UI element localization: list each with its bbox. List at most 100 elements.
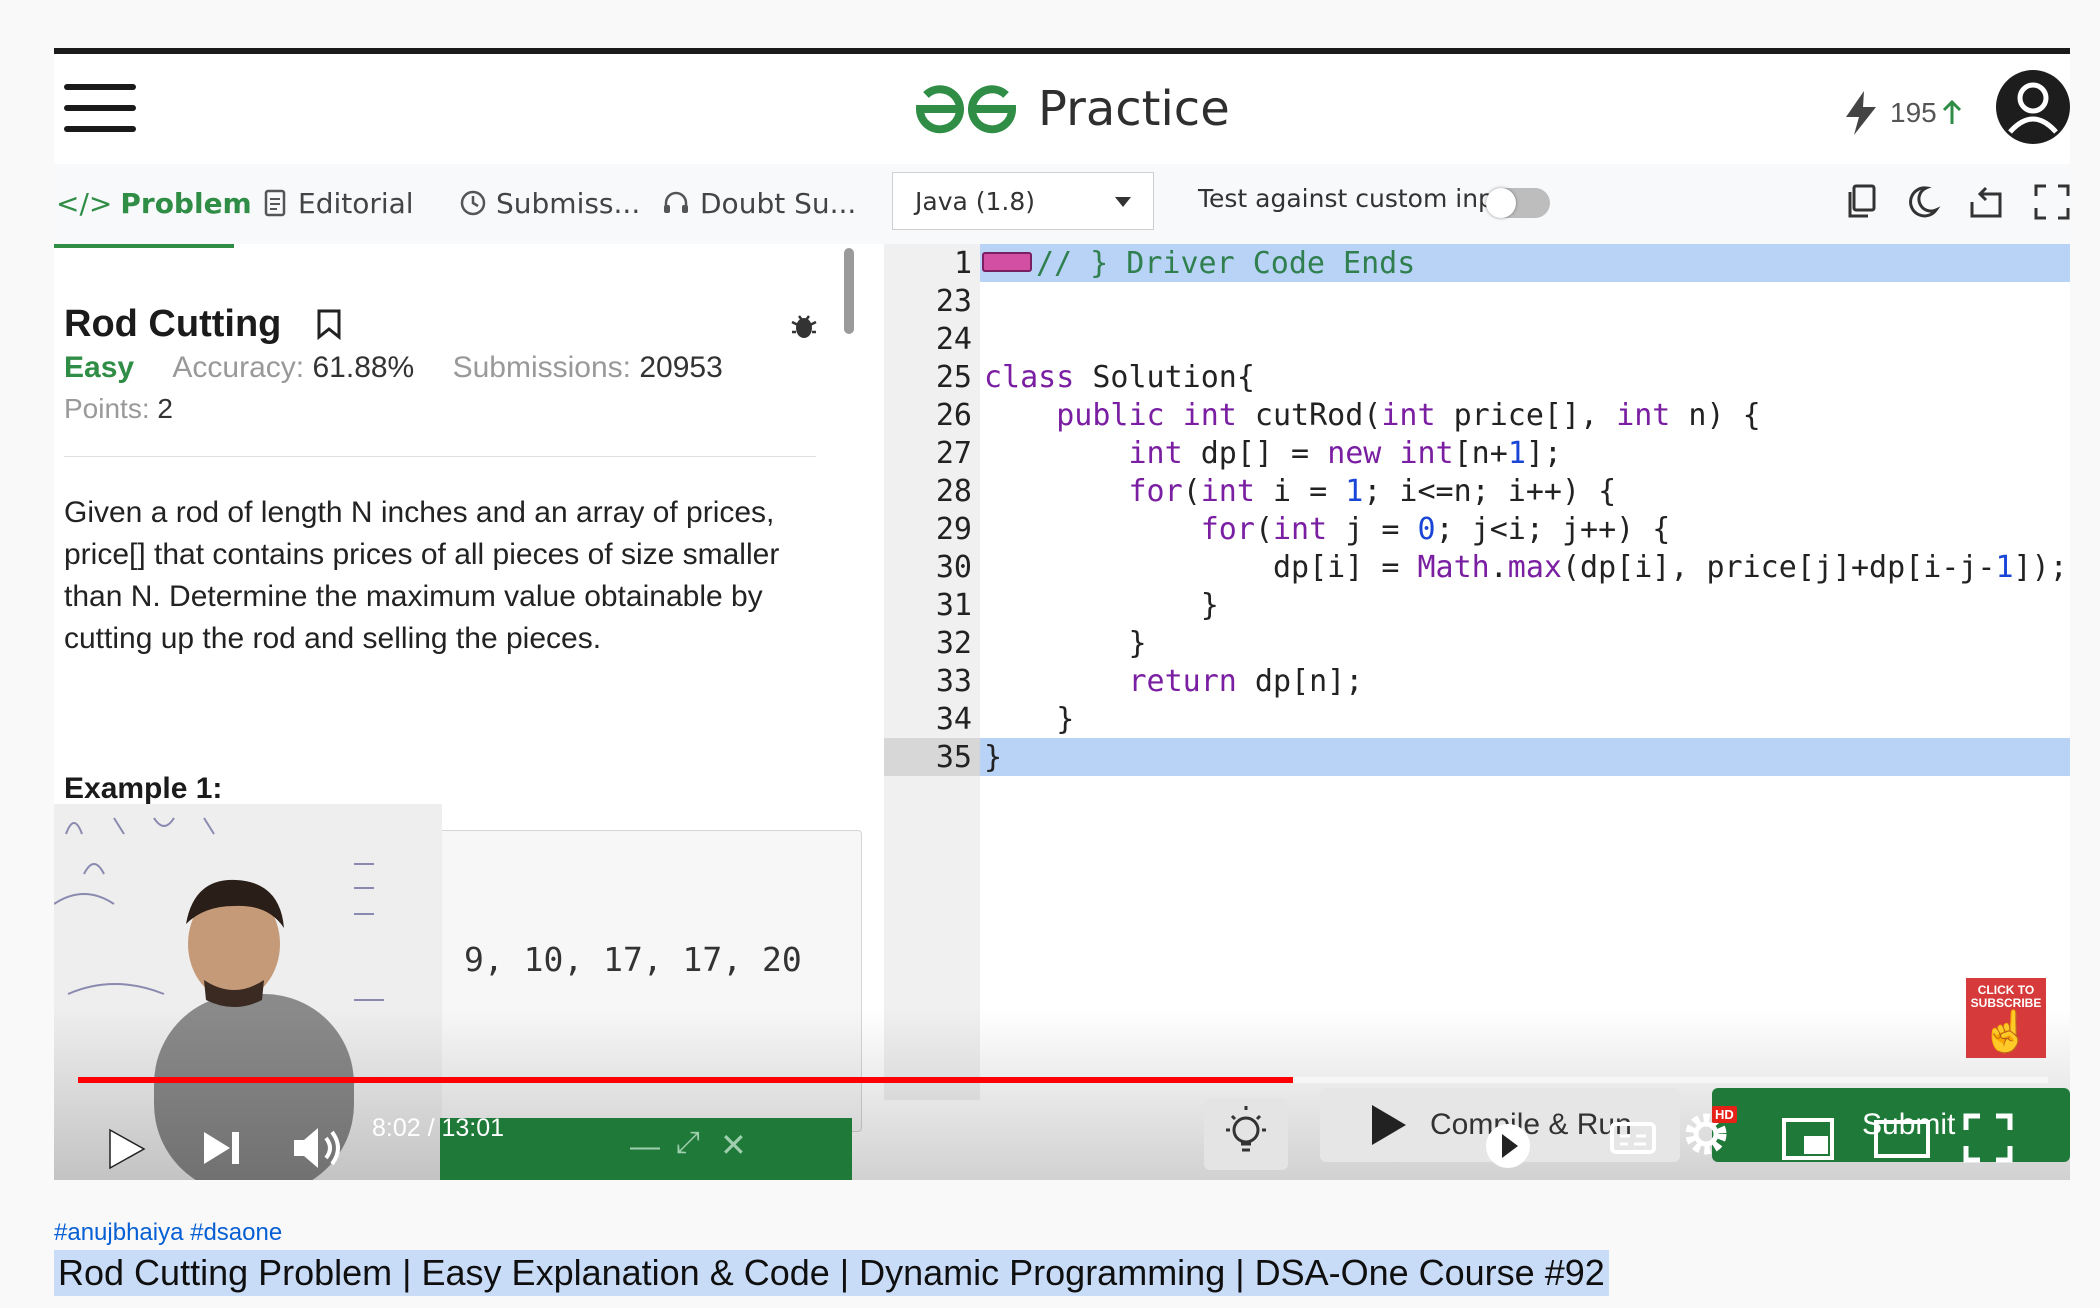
hd-badge: HD bbox=[1712, 1106, 1737, 1123]
streak-count: 195 bbox=[1890, 97, 1937, 128]
submissions-value: 20953 bbox=[639, 351, 723, 384]
caret-down-icon bbox=[1115, 197, 1131, 207]
code-line: int dp[] = new int[n+1]; bbox=[1128, 436, 1563, 471]
lightbulb-icon bbox=[1226, 1106, 1266, 1152]
dark-mode-icon[interactable] bbox=[1900, 180, 1944, 224]
subscribe-label: CLICK TO SUBSCRIBE bbox=[1970, 983, 2042, 1010]
line-number: 35 bbox=[935, 740, 972, 775]
tab-submissions-label: Submiss... bbox=[496, 186, 641, 220]
tab-problem[interactable]: </> Problem bbox=[56, 178, 252, 228]
code-line: for(int j = 0; j<i; j++) { bbox=[1200, 512, 1671, 547]
example-heading: Example 1: bbox=[64, 772, 223, 805]
hint-button[interactable] bbox=[1204, 1098, 1288, 1170]
folded-code-marker[interactable] bbox=[982, 252, 1032, 272]
active-line-highlight bbox=[980, 738, 2070, 776]
document-icon bbox=[264, 189, 286, 217]
line-number: 32 bbox=[935, 626, 972, 661]
tab-editorial[interactable]: Editorial bbox=[264, 178, 414, 228]
example-input-values: 9, 10, 17, 17, 20 bbox=[464, 940, 802, 979]
line-number: 30 bbox=[935, 550, 972, 585]
user-avatar[interactable] bbox=[1996, 70, 2070, 144]
problem-stats: Easy Accuracy: 61.88% Submissions: 20953 bbox=[64, 351, 723, 385]
video-player[interactable]: Practice 195 </> Problem Editorial Submi… bbox=[54, 48, 2070, 1180]
line-number: 27 bbox=[935, 436, 972, 471]
submissions-label: Submissions: bbox=[452, 351, 631, 384]
volume-icon[interactable] bbox=[290, 1124, 346, 1172]
headset-icon bbox=[664, 191, 688, 213]
code-icon: </> bbox=[56, 186, 113, 220]
hand-cursor-icon: ☝ bbox=[1981, 1010, 2031, 1054]
difficulty-badge: Easy bbox=[64, 351, 135, 384]
line-number: 33 bbox=[935, 664, 972, 699]
arrow-up-icon bbox=[1942, 100, 1961, 124]
time-display: 8:02 / 13:01 bbox=[372, 1114, 505, 1142]
expand-icon[interactable]: ⤢ bbox=[676, 1126, 700, 1160]
tab-problem-label: Problem bbox=[120, 186, 252, 220]
captions-icon[interactable] bbox=[1608, 1112, 1658, 1162]
miniplayer-icon[interactable] bbox=[1780, 1114, 1836, 1164]
code-line: } bbox=[984, 702, 1075, 737]
problem-title-text: Rod Cutting bbox=[64, 303, 282, 345]
subscribe-watermark[interactable]: CLICK TO SUBSCRIBE ☝ bbox=[1966, 978, 2046, 1058]
code-line: public int cutRod(int price[], int n) { bbox=[1056, 398, 1761, 433]
line-number: 28 bbox=[935, 474, 972, 509]
code-line: dp[i] = Math.max(dp[i], price[j]+dp[i-j-… bbox=[984, 550, 2068, 585]
streak-counter[interactable]: 195 bbox=[1844, 88, 1963, 138]
code-line: return dp[n]; bbox=[1128, 664, 1364, 699]
copy-icon[interactable] bbox=[1840, 180, 1884, 224]
center-play-icon[interactable] bbox=[1478, 1116, 1538, 1176]
code-line: // } Driver Code Ends bbox=[1036, 246, 1416, 281]
line-number: 31 bbox=[935, 588, 972, 623]
reset-icon[interactable] bbox=[1964, 180, 2008, 224]
video-hashtags[interactable]: #anujbhaiya #dsaone bbox=[54, 1219, 282, 1247]
gfg-logo[interactable]: Practice bbox=[912, 74, 1272, 144]
line-number: 23 bbox=[935, 284, 972, 319]
play-icon[interactable] bbox=[104, 1126, 148, 1172]
line-number: 34 bbox=[935, 702, 972, 737]
tab-doubt-support[interactable]: Doubt Su... bbox=[662, 178, 856, 228]
minimize-icon[interactable]: — bbox=[630, 1130, 660, 1164]
clock-icon bbox=[460, 190, 486, 216]
lightning-icon bbox=[1846, 91, 1876, 135]
line-number: 25 bbox=[935, 360, 972, 395]
accuracy-value: 61.88% bbox=[312, 351, 415, 384]
divider bbox=[64, 456, 816, 457]
line-number: 24 bbox=[935, 322, 972, 357]
settings-button[interactable]: HD bbox=[1682, 1106, 1737, 1163]
code-line: for(int i = 1; i<=n; i++) { bbox=[1128, 474, 1617, 509]
report-bug-icon[interactable] bbox=[790, 312, 818, 340]
logo-text: Practice bbox=[1038, 81, 1230, 137]
points-label: Points: bbox=[64, 393, 150, 424]
header-top-border bbox=[54, 48, 2070, 54]
close-icon[interactable]: ✕ bbox=[720, 1126, 747, 1164]
hamburger-menu-icon[interactable] bbox=[64, 84, 136, 132]
line-number: 1 bbox=[953, 246, 972, 281]
gfg-logo-icon bbox=[915, 85, 1017, 134]
code-line: } bbox=[984, 626, 1147, 661]
line-number: 26 bbox=[935, 398, 972, 433]
toggle-knob bbox=[1486, 188, 1516, 218]
tab-editorial-label: Editorial bbox=[298, 186, 414, 220]
language-select-value: Java (1.8) bbox=[915, 186, 1036, 216]
progress-bar-played bbox=[78, 1077, 1294, 1083]
points-value: 2 bbox=[157, 393, 173, 424]
line-number: 29 bbox=[935, 512, 972, 547]
tab-submissions[interactable]: Submiss... bbox=[460, 178, 640, 228]
bookmark-icon[interactable] bbox=[316, 308, 342, 341]
theater-mode-icon[interactable] bbox=[1872, 1116, 1932, 1162]
user-icon bbox=[2008, 82, 2058, 134]
tab-doubt-support-label: Doubt Su... bbox=[700, 186, 857, 220]
fullscreen-editor-icon[interactable] bbox=[2030, 180, 2070, 224]
next-icon[interactable] bbox=[200, 1128, 244, 1168]
custom-input-label: Test against custom input bbox=[1198, 184, 1520, 213]
fullscreen-icon[interactable] bbox=[1962, 1112, 2014, 1164]
problem-points: Points: 2 bbox=[64, 393, 173, 425]
problem-description: Given a rod of length N inches and an ar… bbox=[64, 496, 780, 655]
language-select[interactable]: Java (1.8) bbox=[892, 172, 1154, 230]
problem-title: Rod Cutting bbox=[64, 303, 342, 346]
problem-scrollbar[interactable] bbox=[844, 248, 854, 334]
video-title: Rod Cutting Problem | Easy Explanation &… bbox=[54, 1250, 1609, 1296]
code-line: class Solution{ bbox=[984, 360, 1255, 395]
custom-input-toggle[interactable] bbox=[1486, 188, 1550, 218]
code-line: } bbox=[984, 588, 1219, 623]
